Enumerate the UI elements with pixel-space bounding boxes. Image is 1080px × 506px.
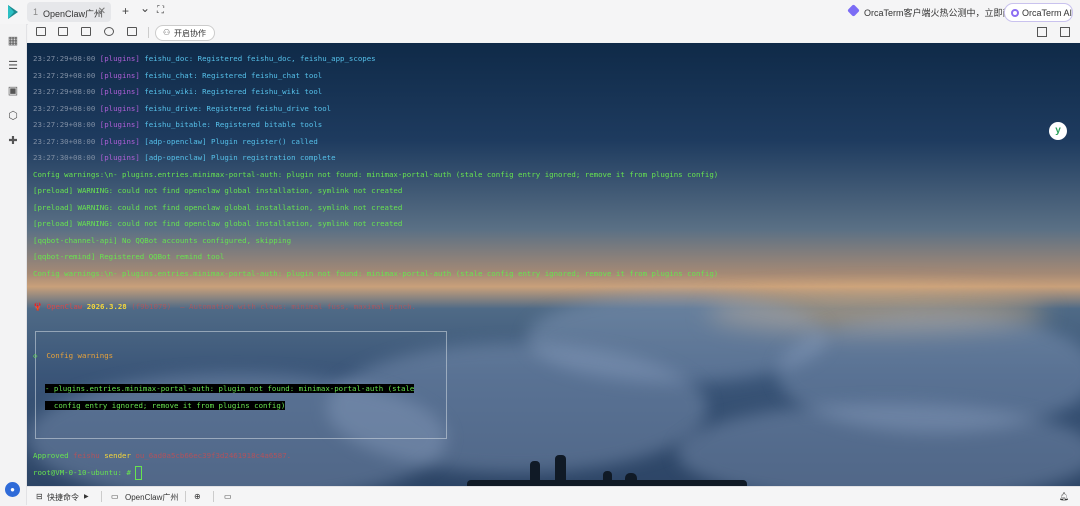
log-line: Config warnings:\n- plugins.entries.mini… [33,269,719,278]
session-icon: ▭ [111,492,119,501]
log-line: [preload] WARNING: could not find opencl… [33,203,403,212]
tab-label: OpenClaw广州 [43,9,104,19]
split-vertical-icon[interactable] [1037,27,1047,37]
monitor-icon[interactable]: ▭ [224,492,232,501]
ai-icon [1011,9,1019,17]
collab-button[interactable]: ⚇ 开启协作 [155,25,215,41]
warning-text: config entry ignored; remove it from plu… [45,401,286,410]
log-line: [preload] WARNING: could not find opencl… [33,186,403,195]
approved-line: Approved feishu sender ou_6ad0a5cb66ec39… [33,451,292,460]
box-icon[interactable]: ⬡ [7,110,19,122]
sidebar: ▦ ☰ ▣ ⬡ ✚ [0,24,27,505]
prompt-line[interactable]: root@VM-0-10-ubuntu: # [33,466,143,480]
log-line: 23:27:29+08:00 [plugins] feishu_drive: R… [33,104,332,113]
folder-icon[interactable] [36,27,46,36]
status-bar: ⊟ 快捷命令 ▶ ▭ OpenClaw广州 ⊕ ▭ 🔔︎ [27,486,1080,506]
dollar-icon[interactable] [104,27,114,36]
log-line: Config warnings:\n- plugins.entries.mini… [33,170,719,179]
orcaterm-ai-button[interactable]: OrcaTerm AI [1004,3,1073,22]
promo-link[interactable]: OrcaTerm客户端火热公测中，立即前往 [864,6,1021,19]
sidebar-panel-icon[interactable] [1060,27,1070,37]
tab-number: 1 [33,7,39,17]
list-icon[interactable]: ☰ [7,60,19,72]
close-icon[interactable]: ✕ [98,6,106,17]
log-line: 23:27:30+08:00 [plugins] [adp-openclaw] … [33,153,336,162]
window-icon[interactable] [58,27,68,36]
toolbar: ⚇ 开启协作 [28,24,1080,42]
log-line: 23:27:29+08:00 [plugins] feishu_chat: Re… [33,71,323,80]
quick-commands-button[interactable]: 快捷命令 [47,492,79,503]
log-line: 23:27:29+08:00 [plugins] feishu_doc: Reg… [33,54,376,63]
promo-icon [847,4,860,17]
script-icon[interactable] [127,27,137,36]
terminal-icon[interactable]: ▣ [7,85,19,97]
play-icon[interactable]: ▶ [84,493,89,500]
cloud [677,403,1080,486]
collab-label: 开启协作 [174,29,206,38]
fullscreen-icon[interactable]: ⛶ [157,5,164,16]
cursor [135,466,143,480]
banner-line: 🦞 OpenClaw 2026.3.28 (f9b1079) — Automat… [33,302,416,311]
chevron-down-icon[interactable]: ⌄ [140,1,150,15]
warnings-title: ◇ Config warnings [33,351,114,360]
log-line: [qqbot-channel-api] No QQBot accounts co… [33,236,292,245]
user-plus-icon: ⚇ [163,28,171,37]
session-label[interactable]: OpenClaw广州 [125,492,178,503]
new-tab-button[interactable]: + [122,4,129,18]
log-line: 23:27:29+08:00 [plugins] feishu_bitable:… [33,120,323,129]
warning-text: - plugins.entries.minimax-portal-auth: p… [45,384,415,393]
quick-commands-icon: ⊟ [36,492,43,501]
grid-icon[interactable]: ▦ [7,35,19,47]
bell-icon[interactable]: 🔔︎ [1059,492,1069,501]
floating-assistant-icon[interactable]: y [1049,122,1067,140]
divider [148,27,149,38]
globe-icon[interactable]: ⊕ [194,492,201,501]
log-line: 23:27:29+08:00 [plugins] feishu_wiki: Re… [33,87,323,96]
log-line: 23:27:30+08:00 [plugins] [adp-openclaw] … [33,137,318,146]
divider [213,491,214,502]
split-icon[interactable] [81,27,91,36]
tab-openclaw[interactable]: 1 OpenClaw广州 ✕ [27,2,111,22]
divider [185,491,186,502]
log-line: [preload] WARNING: could not find opencl… [33,219,403,228]
puzzle-icon[interactable]: ✚ [7,135,19,147]
divider [101,491,102,502]
terminal-area[interactable]: 23:27:29+08:00 [plugins] feishu_doc: Reg… [27,43,1080,486]
log-line: [qqbot-remind] Registered QQBot remind t… [33,252,225,261]
avatar[interactable]: ● [5,482,20,497]
app-logo-icon [8,5,18,19]
title-bar: 1 OpenClaw广州 ✕ + ⌄ ⛶ OrcaTerm客户端火热公测中，立即… [0,0,1080,25]
ai-button-label: OrcaTerm AI [1022,8,1073,18]
